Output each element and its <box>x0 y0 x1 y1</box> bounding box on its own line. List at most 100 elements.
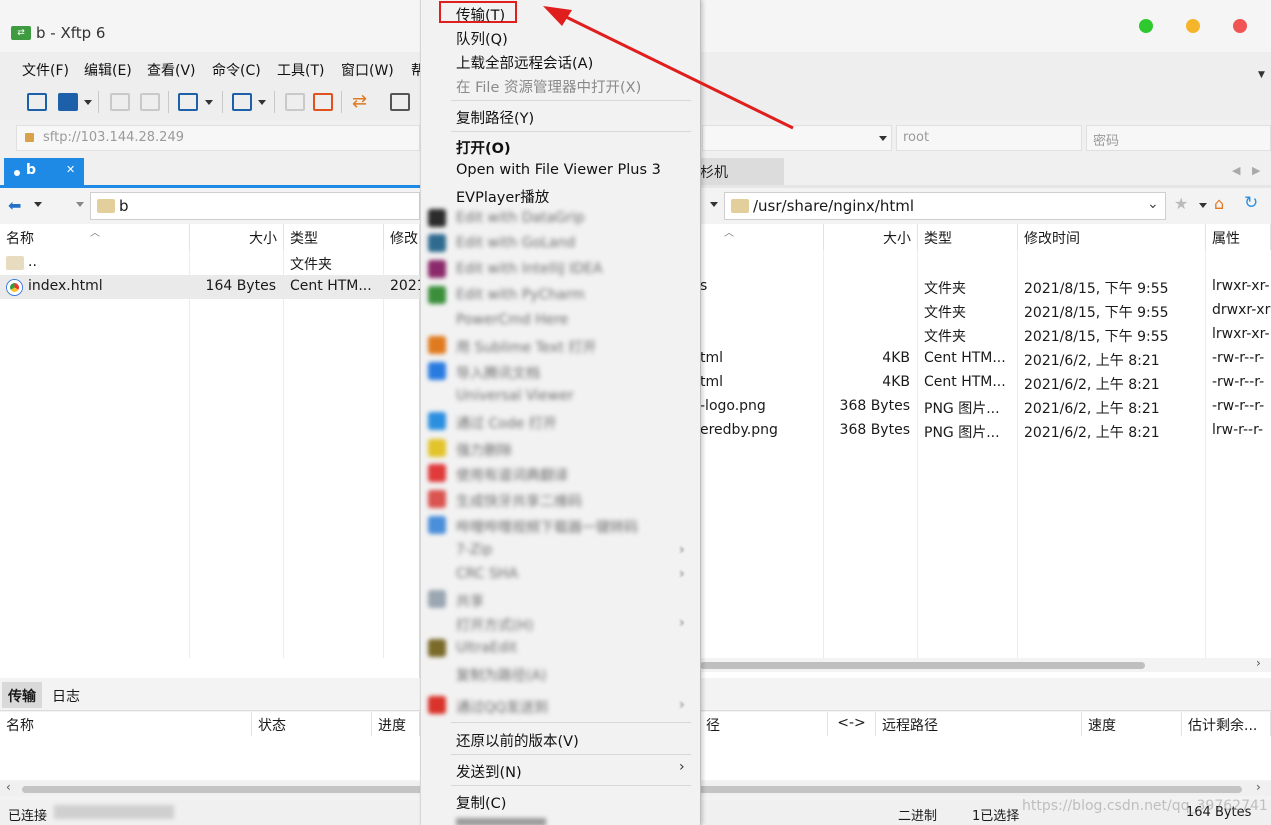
menu-item-ultraedit[interactable]: UltraEdit <box>456 640 517 656</box>
table-row[interactable]: eredby.png 368 Bytes PNG 图片... 2021/6/2,… <box>700 419 1271 443</box>
column-header-type[interactable]: 类型 <box>918 224 1018 250</box>
tab-scroll-left-icon[interactable]: ◀ <box>1232 164 1240 177</box>
maximize-dot-button[interactable] <box>1139 19 1153 33</box>
menu-item-tencent-docs[interactable]: 导入腾讯文档 <box>456 363 540 383</box>
menu-file[interactable]: 文件(F) <box>22 60 69 80</box>
menu-window[interactable]: 窗口(W) <box>341 60 394 80</box>
menu-item-copy[interactable]: 复制(C) <box>456 792 506 813</box>
menu-item-restore-versions[interactable]: 还原以前的版本(V) <box>456 730 579 751</box>
settings-icon[interactable] <box>178 93 198 111</box>
menu-item-datagrip[interactable]: Edit with DataGrip <box>456 210 585 226</box>
settings-dropdown-icon[interactable] <box>205 100 213 105</box>
scroll-right-icon[interactable]: › <box>1256 780 1261 794</box>
history-dropdown-icon[interactable] <box>76 202 84 207</box>
star-icon[interactable]: ★ <box>1174 194 1188 213</box>
menu-overflow-icon[interactable]: ▼ <box>1258 70 1265 80</box>
paste-doc-icon[interactable] <box>313 93 333 111</box>
connect-icon[interactable] <box>110 93 130 111</box>
column-header-modified[interactable]: 修改时间 <box>1018 224 1206 250</box>
menu-item-queue[interactable]: 队列(Q) <box>456 28 508 49</box>
host-address-input[interactable]: sftp://103.144.28.249 <box>16 125 420 151</box>
menu-view[interactable]: 查看(V) <box>147 60 196 80</box>
menu-item-qr-share[interactable]: 生成快牙共享二维码 <box>456 491 582 511</box>
transfer-column-local-path[interactable]: 径 <box>700 712 828 736</box>
menu-item-pycharm[interactable]: Edit with PyCharm <box>456 287 585 303</box>
menu-item-send-via-qq[interactable]: 通过QQ发送到 <box>456 697 548 717</box>
menu-item-sublime[interactable]: 用 Sublime Text 打开 <box>456 337 596 357</box>
tab-log[interactable]: 日志 <box>46 682 86 708</box>
column-header-name[interactable]: 名称 ︿ <box>0 224 190 250</box>
table-row-selected[interactable]: index.html 164 Bytes Cent HTM... 2021 <box>0 275 420 299</box>
chevron-down-icon[interactable]: ⌄ <box>1147 196 1159 212</box>
open-folder-icon[interactable] <box>58 93 78 111</box>
menu-item-evplayer[interactable]: EVPlayer播放 <box>456 186 549 207</box>
menu-item-bilibili[interactable]: 哔哩哔哩视频下载器一键转码 <box>456 517 638 537</box>
menu-item-powercmd[interactable]: PowerCmd Here <box>456 312 568 328</box>
table-row[interactable]: -logo.png 368 Bytes PNG 图片... 2021/6/2, … <box>700 395 1271 419</box>
play-icon[interactable] <box>232 93 252 111</box>
menu-item-youdao[interactable]: 使用有道词典翻译 <box>456 465 568 485</box>
menu-item-upload-all-sessions[interactable]: 上载全部远程会话(A) <box>456 52 593 73</box>
menu-item-7zip[interactable]: 7-Zip <box>456 542 492 558</box>
close-dot-button[interactable] <box>1233 19 1247 33</box>
password-field[interactable]: 密码 <box>1086 125 1271 151</box>
table-row[interactable]: 文件夹 2021/8/15, 下午 9:55 drwxr-xr <box>700 299 1271 323</box>
column-header-modified[interactable]: 修改 <box>384 224 420 250</box>
scroll-right-icon[interactable]: › <box>1256 656 1261 670</box>
tab-local-b[interactable]: b ✕ <box>4 158 84 185</box>
column-header-type[interactable]: 类型 <box>284 224 384 250</box>
table-row[interactable]: s 文件夹 2021/8/15, 下午 9:55 lrwxr-xr- <box>700 275 1271 299</box>
menu-edit[interactable]: 编辑(E) <box>84 60 132 80</box>
table-row[interactable]: 文件夹 2021/8/15, 下午 9:55 lrwxr-xr- <box>700 323 1271 347</box>
table-row[interactable]: tml 4KB Cent HTM... 2021/6/2, 上午 8:21 -r… <box>700 371 1271 395</box>
menu-command[interactable]: 命令(C) <box>212 60 261 80</box>
menu-item-transfer[interactable]: 传输(T) <box>456 4 505 25</box>
column-header-attributes[interactable]: 属性 <box>1206 224 1271 250</box>
transfer-column-speed[interactable]: 速度 <box>1082 712 1182 736</box>
menu-item-vscode[interactable]: 通过 Code 打开 <box>456 413 557 433</box>
scroll-left-icon[interactable]: ‹ <box>6 780 11 794</box>
transfer-column-direction[interactable]: <-> <box>828 712 876 736</box>
tab-transfers[interactable]: 传输 <box>2 682 42 708</box>
table-row[interactable]: .. 文件夹 <box>0 251 420 275</box>
new-window-icon[interactable] <box>390 93 410 111</box>
session-dropdown[interactable] <box>702 125 892 151</box>
transfer-column-name[interactable]: 名称 <box>0 712 252 736</box>
copy-doc-icon[interactable] <box>285 93 305 111</box>
home-icon[interactable]: ⌂ <box>1214 194 1224 213</box>
tab-scroll-right-icon[interactable]: ▶ <box>1252 164 1260 177</box>
column-header-size[interactable]: 大小 <box>190 224 284 250</box>
open-dropdown-icon[interactable] <box>84 100 92 105</box>
close-icon[interactable]: ✕ <box>66 163 75 176</box>
menu-item-send-to[interactable]: 发送到(N) <box>456 761 522 782</box>
play-dropdown-icon[interactable] <box>258 100 266 105</box>
table-row[interactable]: tml 4KB Cent HTM... 2021/6/2, 上午 8:21 -r… <box>700 347 1271 371</box>
horizontal-scrollbar[interactable]: › <box>700 656 1271 672</box>
transfer-column-remote-path[interactable]: 远程路径 <box>876 712 1082 736</box>
transfer-column-status[interactable]: 状态 <box>252 712 372 736</box>
minimize-dot-button[interactable] <box>1186 19 1200 33</box>
disconnect-icon[interactable] <box>140 93 160 111</box>
menu-tools[interactable]: 工具(T) <box>277 60 324 80</box>
menu-item-force-delete[interactable]: 强力删除 <box>456 440 512 460</box>
menu-item-copy-path[interactable]: 复制路径(Y) <box>456 107 534 128</box>
menu-item-share[interactable]: 共享 <box>456 591 484 611</box>
local-path-input[interactable]: b <box>90 192 420 220</box>
sync-arrows-icon[interactable]: ⇄ <box>352 91 367 112</box>
column-header-size[interactable]: 大小 <box>824 224 918 250</box>
column-header-name[interactable]: ︿ <box>700 224 824 250</box>
menu-item-universal-viewer[interactable]: Universal Viewer <box>456 388 573 404</box>
menu-item-open-file-viewer[interactable]: Open with File Viewer Plus 3 <box>456 162 661 178</box>
favorites-dropdown-icon[interactable] <box>1199 203 1207 208</box>
menu-item-open[interactable]: 打开(O) <box>456 137 511 158</box>
tab-remote-host[interactable]: 杉机 <box>700 158 784 185</box>
transfer-column-progress[interactable]: 进度 <box>372 712 420 736</box>
back-dropdown-icon[interactable] <box>34 202 42 207</box>
scrollbar-thumb[interactable] <box>700 662 1145 669</box>
history-dropdown-icon[interactable] <box>710 202 718 207</box>
remote-path-input[interactable]: /usr/share/nginx/html ⌄ <box>724 192 1166 220</box>
back-arrow-icon[interactable]: ⬅ <box>8 196 21 215</box>
menu-item-open-with[interactable]: 打开方式(H) <box>456 615 533 635</box>
menu-item-goland[interactable]: Edit with GoLand <box>456 235 575 251</box>
menu-item-intellij[interactable]: Edit with IntelliJ IDEA <box>456 261 602 277</box>
